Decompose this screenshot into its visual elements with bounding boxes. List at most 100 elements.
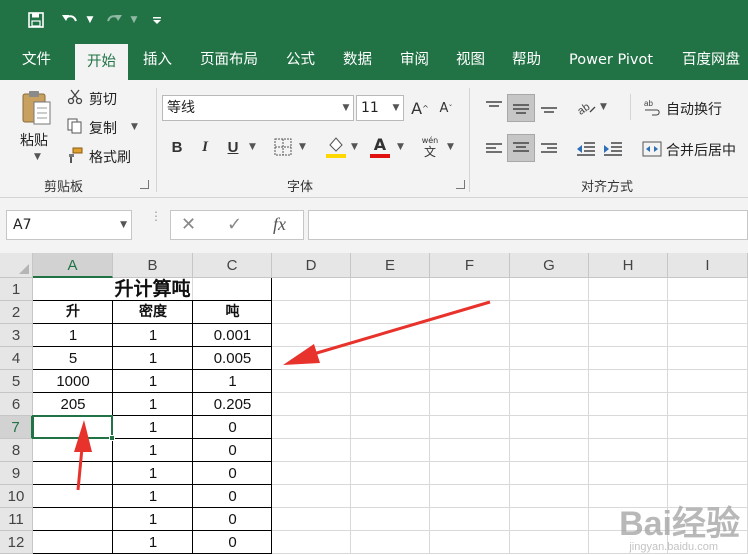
tab-page-layout[interactable]: 页面布局 (200, 40, 258, 80)
format-painter-icon[interactable] (66, 146, 84, 164)
table-cell[interactable] (33, 439, 113, 462)
decrease-indent-icon[interactable] (574, 136, 598, 162)
column-header[interactable]: H (589, 253, 668, 278)
font-name-select[interactable]: 等线 ▼ (162, 95, 354, 121)
save-icon[interactable] (24, 8, 48, 32)
row-header[interactable]: 1 (0, 278, 33, 301)
table-cell[interactable] (33, 462, 113, 485)
table-cell[interactable]: 0 (193, 531, 272, 554)
table-header-cell[interactable]: 吨 (193, 301, 272, 324)
table-cell[interactable] (33, 485, 113, 508)
fill-color-dropdown-icon[interactable]: ▼ (351, 142, 358, 152)
table-cell[interactable]: 205 (33, 393, 113, 416)
table-cell[interactable]: 1 (113, 485, 193, 508)
row-header[interactable]: 7 (0, 416, 33, 439)
table-cell[interactable]: 0 (193, 416, 272, 439)
wrap-text-icon[interactable]: ab (642, 96, 662, 118)
table-title[interactable]: 升计算吨 (33, 278, 272, 301)
column-header[interactable]: C (193, 253, 272, 278)
table-cell[interactable]: 1 (113, 393, 193, 416)
table-cell[interactable]: 1 (113, 439, 193, 462)
font-launcher-icon[interactable] (456, 180, 465, 189)
italic-button[interactable]: I (194, 134, 216, 160)
table-cell[interactable]: 1 (113, 462, 193, 485)
paste-dropdown-icon[interactable]: ▼ (34, 152, 41, 162)
cut-icon[interactable] (66, 88, 84, 106)
table-cell[interactable]: 1 (113, 370, 193, 393)
fill-handle[interactable] (109, 435, 115, 441)
underline-button[interactable]: U (222, 134, 244, 160)
redo-icon[interactable] (102, 8, 126, 32)
active-cell-outline[interactable] (32, 415, 113, 439)
tab-data[interactable]: 数据 (343, 40, 372, 80)
table-cell[interactable]: 1 (193, 370, 272, 393)
copy-dropdown-icon[interactable]: ▼ (131, 122, 138, 132)
tab-home[interactable]: 开始 (75, 44, 128, 80)
table-cell[interactable]: 0 (193, 508, 272, 531)
phonetic-guide-button[interactable]: wén 文 (418, 134, 442, 160)
align-left-icon[interactable] (482, 136, 506, 162)
table-cell[interactable]: 1 (113, 324, 193, 347)
table-cell[interactable] (33, 508, 113, 531)
shrink-font-button[interactable]: Aˇ (436, 96, 456, 120)
copy-icon[interactable] (66, 117, 84, 135)
row-header[interactable]: 12 (0, 531, 33, 554)
table-cell[interactable]: 0 (193, 439, 272, 462)
table-cell[interactable]: 1 (113, 508, 193, 531)
undo-icon[interactable] (58, 8, 82, 32)
table-cell[interactable]: 0 (193, 485, 272, 508)
row-header[interactable]: 6 (0, 393, 33, 416)
table-cell[interactable]: 1 (33, 324, 113, 347)
table-cell[interactable]: 0.001 (193, 324, 272, 347)
select-all-corner[interactable] (0, 253, 33, 278)
row-header[interactable]: 5 (0, 370, 33, 393)
clipboard-launcher-icon[interactable] (140, 180, 149, 189)
column-header[interactable]: A (33, 253, 113, 278)
font-color-dropdown-icon[interactable]: ▼ (397, 142, 404, 152)
table-cell[interactable]: 1000 (33, 370, 113, 393)
tab-review[interactable]: 审阅 (400, 40, 429, 80)
paste-button[interactable]: 粘贴 (20, 130, 48, 150)
row-header[interactable]: 3 (0, 324, 33, 347)
orientation-icon[interactable]: ab (574, 94, 598, 120)
insert-function-icon[interactable]: fx (273, 214, 286, 235)
tab-formulas[interactable]: 公式 (286, 40, 315, 80)
grow-font-button[interactable]: A ^ (410, 96, 430, 120)
bottom-align-icon[interactable] (537, 94, 561, 120)
tab-power-pivot[interactable]: Power Pivot (569, 40, 653, 80)
middle-align-icon[interactable] (507, 94, 535, 122)
formula-input[interactable] (308, 210, 748, 240)
increase-indent-icon[interactable] (601, 136, 625, 162)
underline-dropdown-icon[interactable]: ▼ (249, 142, 256, 152)
row-header[interactable]: 2 (0, 301, 33, 324)
row-header[interactable]: 10 (0, 485, 33, 508)
column-header[interactable]: G (510, 253, 589, 278)
tab-file[interactable]: 文件 (22, 40, 51, 80)
tab-insert[interactable]: 插入 (143, 40, 172, 80)
table-cell[interactable]: 1 (113, 531, 193, 554)
row-header[interactable]: 9 (0, 462, 33, 485)
tab-baidu-netdisk[interactable]: 百度网盘 (682, 40, 740, 80)
enter-icon[interactable]: ✓ (227, 214, 242, 235)
top-align-icon[interactable] (482, 94, 506, 120)
paste-icon[interactable] (18, 88, 56, 128)
redo-dropdown-icon[interactable]: ▼ (128, 8, 140, 32)
cut-button[interactable]: 剪切 (89, 89, 117, 109)
table-cell[interactable]: 5 (33, 347, 113, 370)
font-color-button[interactable]: A (368, 134, 392, 160)
row-header[interactable]: 8 (0, 439, 33, 462)
align-right-icon[interactable] (537, 136, 561, 162)
name-box[interactable]: A7 ▼ (6, 210, 132, 240)
row-header[interactable]: 4 (0, 347, 33, 370)
phonetic-dropdown-icon[interactable]: ▼ (447, 142, 454, 152)
cancel-icon[interactable]: ✕ (181, 214, 196, 235)
fill-color-icon[interactable] (324, 134, 348, 160)
borders-dropdown-icon[interactable]: ▼ (299, 142, 306, 152)
bold-button[interactable]: B (166, 134, 188, 160)
column-header[interactable]: I (668, 253, 748, 278)
format-painter-button[interactable]: 格式刷 (89, 147, 131, 167)
table-cell[interactable]: 0.205 (193, 393, 272, 416)
tab-view[interactable]: 视图 (456, 40, 485, 80)
tab-help[interactable]: 帮助 (512, 40, 541, 80)
borders-icon[interactable] (272, 136, 294, 158)
